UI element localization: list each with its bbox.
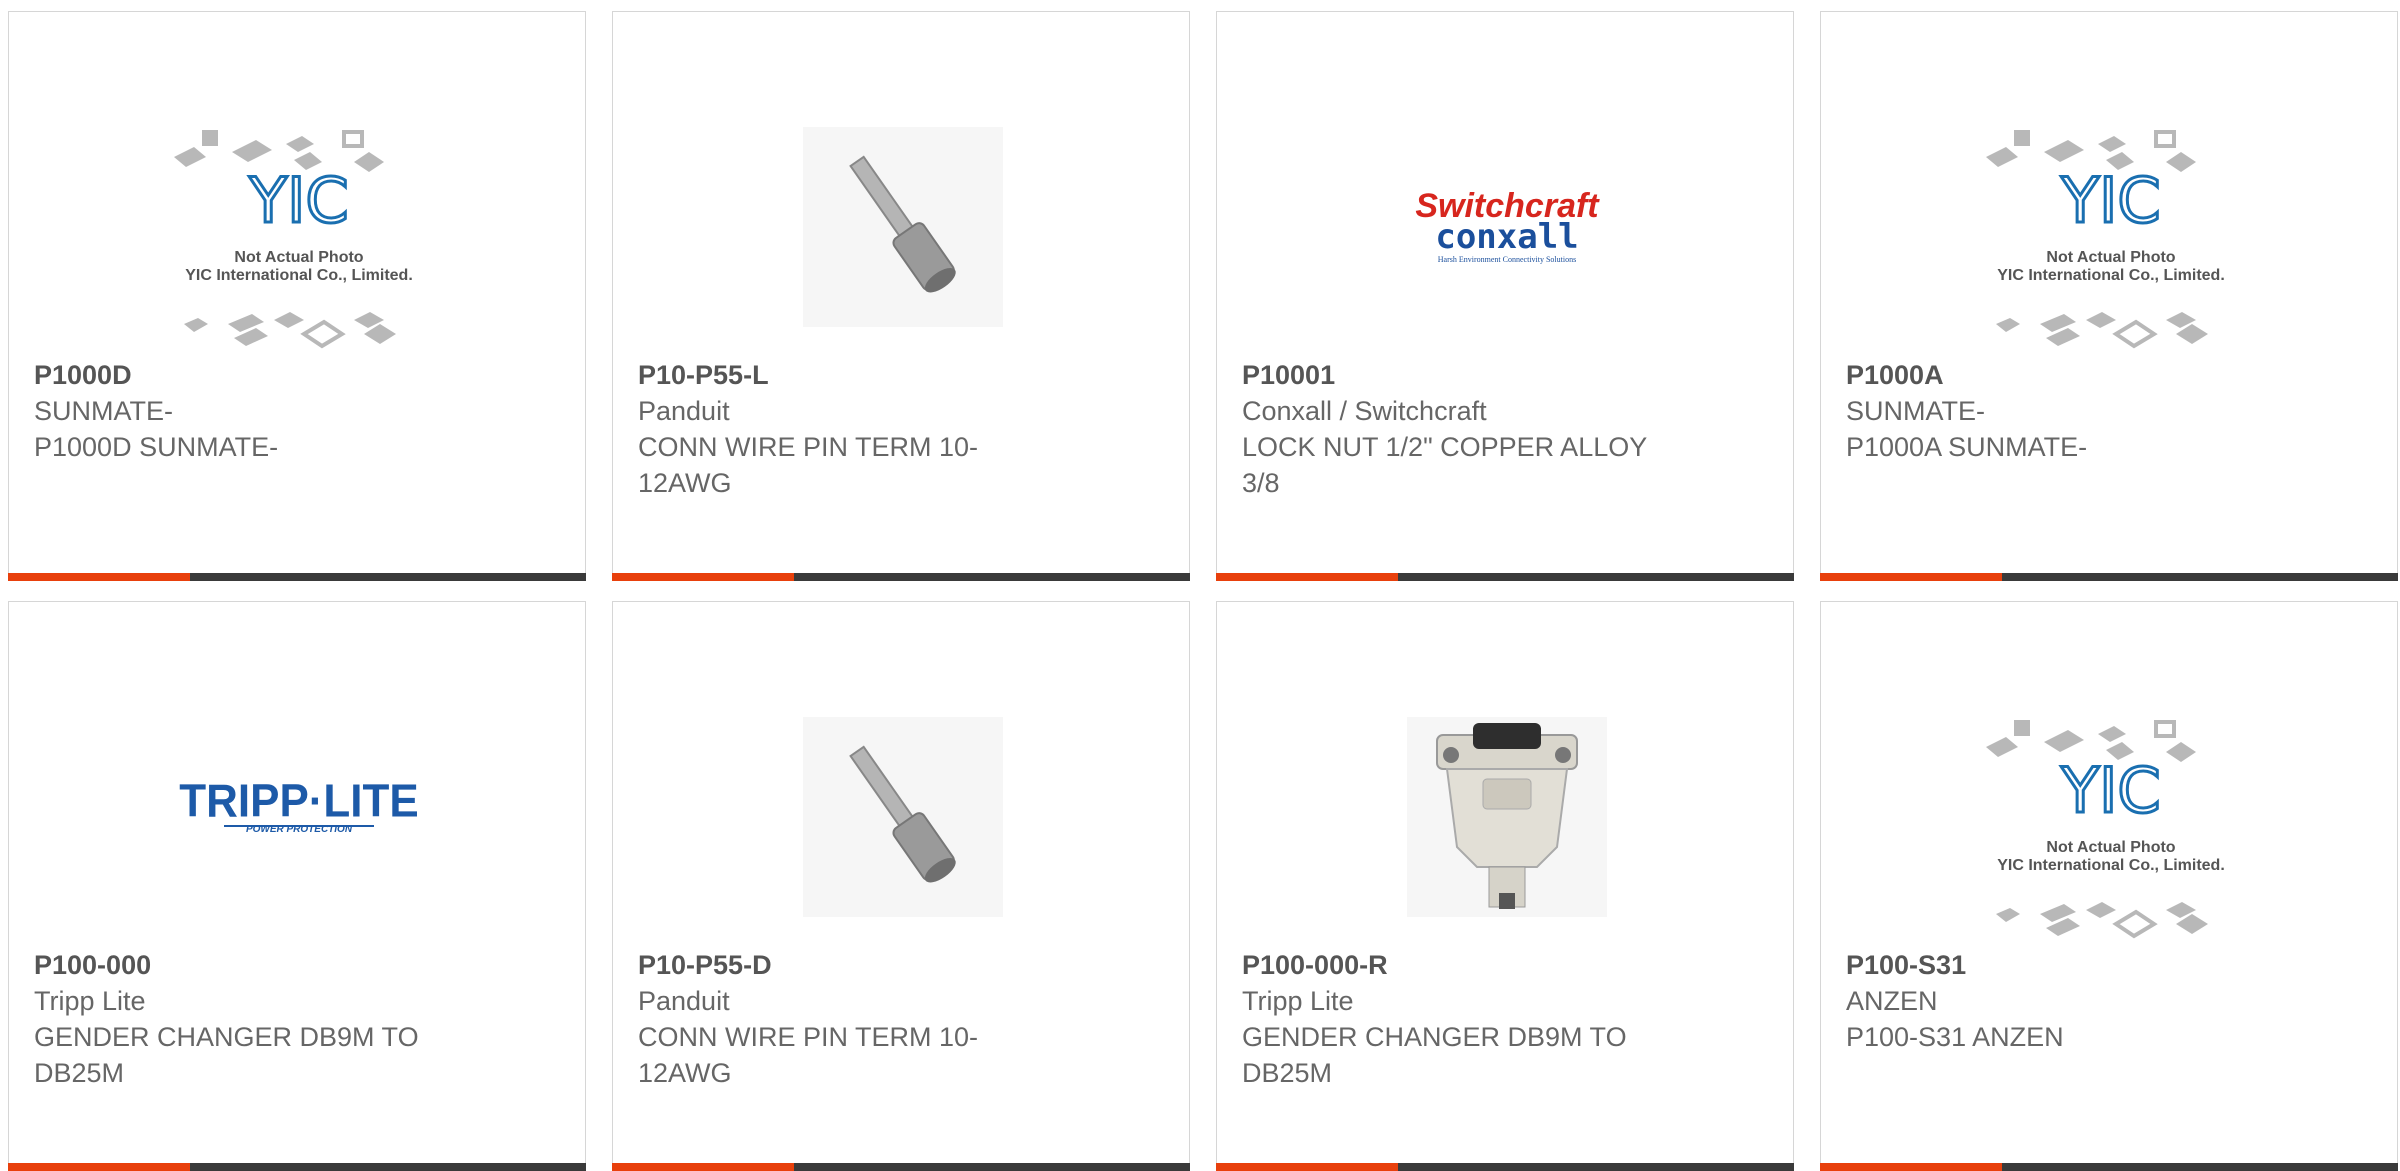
product-card[interactable]: YIC Not Actual Photo YIC International C… [8,11,586,581]
card-bottom-bar [1216,573,1794,581]
product-image[interactable]: YIC Not Actual Photo YIC International C… [1976,682,2246,952]
part-number[interactable]: P10-P55-L [638,357,1164,393]
tripplite-wordmark: TRIPP·LITE [179,774,419,826]
not-actual-photo-text: Not Actual Photo [2046,839,2175,856]
brand-name: Conxall / Switchcraft [1242,396,1487,426]
not-actual-photo-text: Not Actual Photo [234,249,363,266]
product-card[interactable]: P10-P55-L Panduit CONN WIRE PIN TERM 10-… [612,11,1190,581]
yic-logo-text: YIC [248,164,348,237]
part-number[interactable]: P10-P55-D [638,947,1164,983]
brand-name: Panduit [638,396,730,426]
product-description: GENDER CHANGER DB9M TO DB25M [34,1022,419,1088]
brand-name: Tripp Lite [34,986,146,1016]
part-number[interactable]: P10001 [1242,357,1768,393]
yic-company-text: YIC International Co., Limited. [185,267,413,284]
product-image[interactable]: TRIPP·LITE POWER PROTECTION [164,682,434,952]
yic-company-text: YIC International Co., Limited. [1997,267,2225,284]
product-image[interactable] [1372,682,1642,952]
part-number[interactable]: P100-S31 [1846,947,2372,983]
yic-placeholder-icon: YIC Not Actual Photo YIC International C… [1986,720,2225,939]
product-description: P100-S31 ANZEN [1846,1022,2064,1052]
product-description: P1000D SUNMATE- [34,432,279,462]
card-bottom-bar [1820,573,2398,581]
product-description: CONN WIRE PIN TERM 10-12AWG [638,432,979,498]
product-image[interactable]: Switchcraft conxall Harsh Environment Co… [1372,92,1642,362]
switchcraft-logo-icon: Switchcraft conxall Harsh Environment Co… [1415,187,1600,264]
card-bottom-bar [612,1163,1190,1171]
brand-name: Tripp Lite [1242,986,1354,1016]
conxall-tagline: Harsh Environment Connectivity Solutions [1438,255,1576,264]
pin-terminal-icon [849,745,956,883]
yic-placeholder-icon: YIC Not Actual Photo YIC International C… [174,130,413,349]
yic-company-text: YIC International Co., Limited. [1997,857,2225,874]
product-card[interactable]: Switchcraft conxall Harsh Environment Co… [1216,11,1794,581]
product-image[interactable] [768,682,1038,952]
tripplite-logo-icon: TRIPP·LITE POWER PROTECTION [179,774,419,835]
part-number[interactable]: P100-000-R [1242,947,1768,983]
card-bottom-bar [8,1163,586,1171]
product-description: GENDER CHANGER DB9M TO DB25M [1242,1022,1627,1088]
product-image[interactable]: YIC Not Actual Photo YIC International C… [1976,92,2246,362]
part-number[interactable]: P100-000 [34,947,560,983]
card-bottom-bar [1820,1163,2398,1171]
card-bottom-bar [1216,1163,1794,1171]
product-image[interactable] [768,92,1038,362]
part-number[interactable]: P1000A [1846,357,2372,393]
brand-name: ANZEN [1846,986,1938,1016]
brand-name: Panduit [638,986,730,1016]
product-card[interactable]: P100-000-R Tripp Lite GENDER CHANGER DB9… [1216,601,1794,1171]
product-description: CONN WIRE PIN TERM 10-12AWG [638,1022,979,1088]
not-actual-photo-text: Not Actual Photo [2046,249,2175,266]
product-card[interactable]: TRIPP·LITE POWER PROTECTION P100-000 Tri… [8,601,586,1171]
yic-logo-text: YIC [2060,754,2160,827]
gender-changer-icon [1436,723,1578,909]
yic-logo-text: YIC [2060,164,2160,237]
card-bottom-bar [8,573,586,581]
part-number[interactable]: P1000D [34,357,560,393]
product-card[interactable]: YIC Not Actual Photo YIC International C… [1820,11,2398,581]
product-description: P1000A SUNMATE- [1846,432,2088,462]
conxall-wordmark: conxall [1435,217,1578,257]
product-card[interactable]: YIC Not Actual Photo YIC International C… [1820,601,2398,1171]
brand-name: SUNMATE- [34,396,173,426]
card-bottom-bar [612,573,1190,581]
product-description: LOCK NUT 1/2" COPPER ALLOY 3/8 [1242,432,1647,498]
yic-placeholder-icon: YIC Not Actual Photo YIC International C… [1986,130,2225,349]
pin-terminal-icon [849,155,956,293]
product-card[interactable]: P10-P55-D Panduit CONN WIRE PIN TERM 10-… [612,601,1190,1171]
brand-name: SUNMATE- [1846,396,1985,426]
product-image[interactable]: YIC Not Actual Photo YIC International C… [164,92,434,362]
